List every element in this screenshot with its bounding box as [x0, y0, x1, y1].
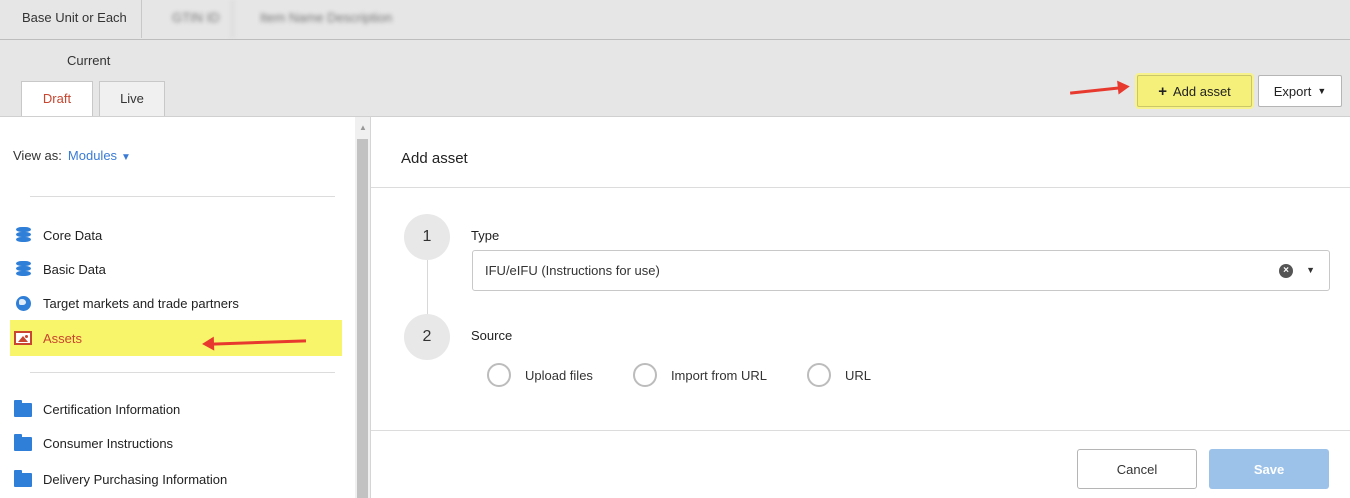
caret-down-icon[interactable]: ▼ — [121, 152, 131, 163]
folder-icon — [13, 470, 33, 488]
save-button[interactable]: Save — [1209, 449, 1329, 489]
sidebar: View as: Modules ▼ Core Data Basic Data Ta… — [0, 116, 370, 498]
current-label: Current — [67, 53, 111, 68]
radio-circle[interactable] — [632, 363, 657, 387]
sidebar-item-label: Basic Data — [43, 261, 106, 277]
clear-icon[interactable]: × — [1279, 264, 1293, 278]
database-icon — [13, 260, 33, 278]
step-label-source: Source — [471, 328, 513, 343]
header-bar: Current Draft Live + Add asset Export ▼ — [0, 40, 1350, 118]
divider — [30, 372, 335, 373]
globe-icon — [13, 294, 33, 312]
add-asset-label: Add asset — [1172, 83, 1231, 99]
image-icon — [13, 329, 33, 347]
radio-circle[interactable] — [487, 363, 511, 387]
step-label-type: Type — [471, 228, 500, 243]
panel-title: Add asset — [401, 150, 468, 167]
type-select[interactable]: IFU/eIFU (Instructions for use) × ▼ — [472, 250, 1330, 291]
scrollbar-thumb[interactable] — [357, 139, 368, 498]
tab-draft[interactable]: Draft — [21, 81, 93, 118]
add-asset-panel: Add asset 1 Type IFU/eIFU (Instructions … — [370, 116, 1350, 498]
sidebar-item-label: Consumer Instructions — [43, 435, 174, 451]
radio-circle[interactable] — [807, 363, 832, 387]
add-asset-button[interactable]: + Add asset — [1137, 75, 1252, 107]
sidebar-item-label: Assets — [43, 330, 83, 346]
divider — [30, 196, 335, 197]
radio-upload-files[interactable]: Upload files — [487, 363, 593, 387]
folder-icon — [13, 400, 33, 418]
sidebar-item-core-data[interactable]: Core Data — [13, 221, 102, 249]
sidebar-item-label: Delivery Purchasing Information — [43, 471, 228, 487]
scroll-up-icon[interactable]: ▲ — [359, 123, 367, 132]
chevron-down-icon[interactable]: ▼ — [1306, 265, 1315, 275]
divider — [371, 430, 1350, 431]
sidebar-item-label: Core Data — [43, 227, 103, 243]
step-number: 1 — [404, 214, 450, 260]
sidebar-item-certification[interactable]: Certification Information — [13, 395, 180, 423]
radio-label: URL — [845, 367, 872, 383]
sidebar-item-label: Certification Information — [43, 401, 181, 417]
view-as-value[interactable]: Modules — [68, 148, 117, 163]
view-as-control[interactable]: View as: Modules ▼ — [13, 148, 131, 163]
sidebar-item-target-markets[interactable]: Target markets and trade partners — [13, 289, 239, 317]
breadcrumb-item-name[interactable]: Item Name Description — [248, 0, 404, 40]
folder-icon — [13, 434, 33, 452]
step-number: 2 — [404, 314, 450, 360]
export-button[interactable]: Export ▼ — [1258, 75, 1342, 107]
breadcrumb-item-unit[interactable]: Base Unit or Each — [8, 0, 142, 38]
tab-live[interactable]: Live — [99, 81, 165, 117]
export-label: Export — [1273, 83, 1312, 99]
view-as-label: View as: — [13, 148, 62, 163]
type-select-value: IFU/eIFU (Instructions for use) — [485, 263, 660, 278]
radio-url[interactable]: URL — [807, 363, 871, 387]
radio-label: Import from URL — [670, 367, 768, 383]
radio-import-from-url[interactable]: Import from URL — [632, 363, 768, 387]
sidebar-item-delivery-purchasing[interactable]: Delivery Purchasing Information — [13, 465, 227, 493]
source-options: Upload files Import from URL URL — [487, 363, 911, 387]
radio-label: Upload files — [525, 367, 593, 383]
sidebar-scrollbar[interactable]: ▲ — [355, 117, 370, 498]
breadcrumb: Base Unit or Each GTIN ID Item Name Desc… — [0, 0, 1350, 40]
cancel-button[interactable]: Cancel — [1077, 449, 1197, 489]
sidebar-item-label: Target markets and trade partners — [43, 295, 239, 311]
divider — [371, 187, 1350, 188]
breadcrumb-item-gtin[interactable]: GTIN ID — [160, 0, 233, 38]
caret-down-icon: ▼ — [1317, 86, 1327, 96]
sidebar-item-basic-data[interactable]: Basic Data — [13, 255, 106, 283]
plus-icon: + — [1158, 82, 1167, 100]
database-icon — [13, 226, 33, 244]
sidebar-item-consumer-instructions[interactable]: Consumer Instructions — [13, 429, 173, 457]
sidebar-item-assets[interactable]: Assets — [10, 320, 342, 356]
